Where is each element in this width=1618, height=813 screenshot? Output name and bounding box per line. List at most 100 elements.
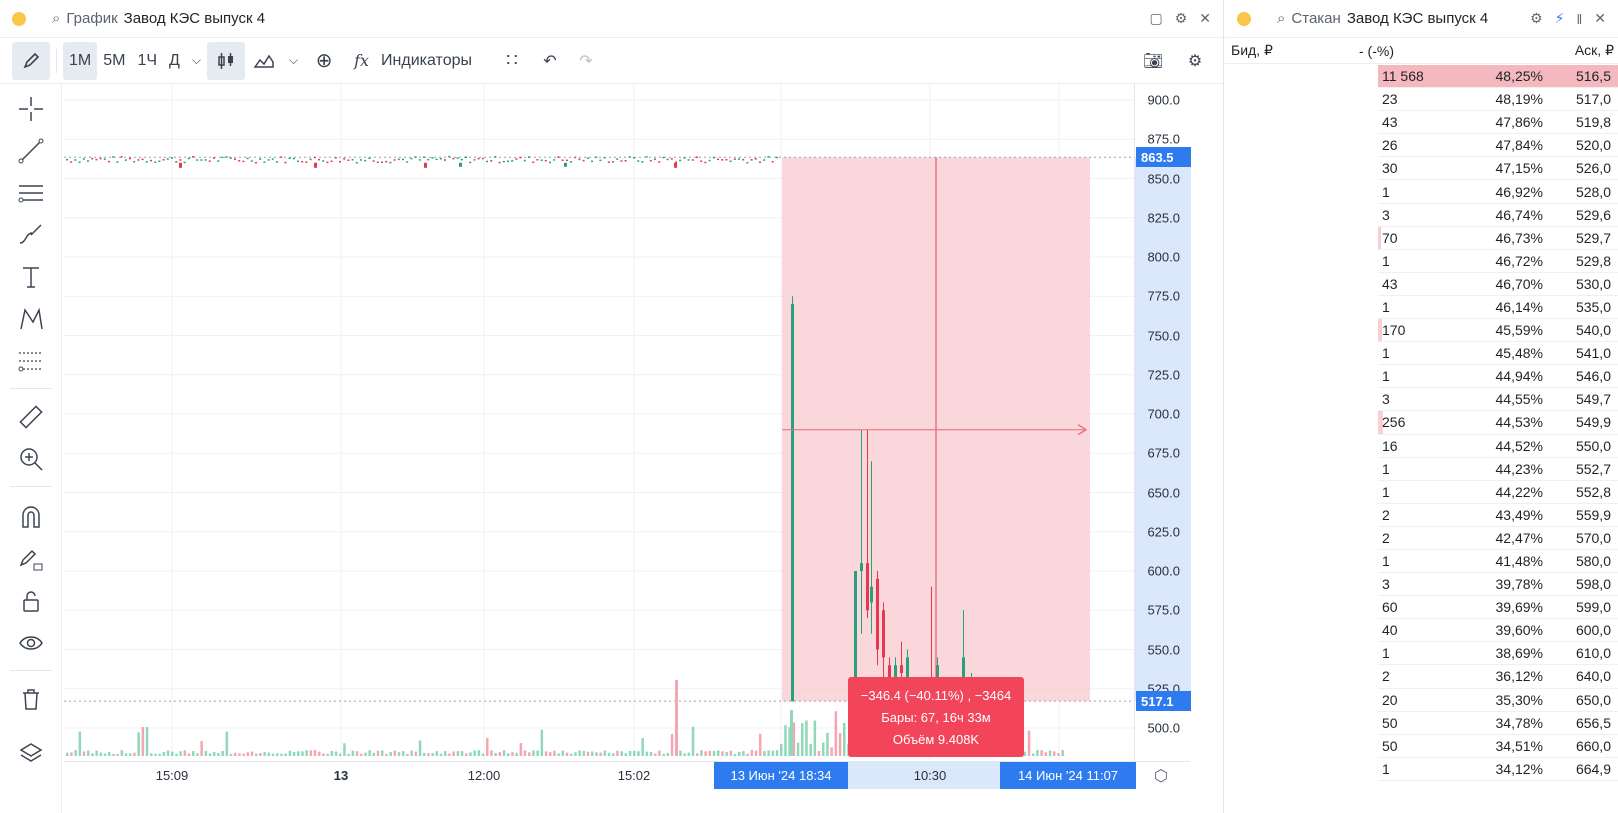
book-row[interactable]: 43 47,86% 519,8 [1378,111,1618,135]
link-color-dot[interactable] [12,11,26,26]
book-row[interactable]: 2 36,12% 640,0 [1378,665,1618,689]
book-row[interactable]: 3 39,78% 598,0 [1378,573,1618,597]
price-axis[interactable]: 900.0 875.0 850.0 825.0 800.0 775.0 750.0 725.0… [1134,84,1191,761]
book-row[interactable]: 43 46,70% 530,0 [1378,273,1618,296]
gear-icon[interactable]: ⚙ [1530,10,1543,27]
book-row[interactable]: 3 44,55% 549,7 [1378,388,1618,412]
price-tick: 575.0 [1147,602,1180,618]
search-icon[interactable]: ⌕ [52,10,60,27]
book-row[interactable]: 1 46,92% 528,0 [1378,180,1618,204]
pattern-tool[interactable] [12,300,50,338]
chart-settings-button[interactable]: ⚙ [1177,42,1213,80]
volume-bar [410,750,413,756]
candle [582,159,585,162]
close-icon[interactable]: ✕ [1594,10,1606,27]
timeframe-d-button[interactable]: Д [163,42,186,80]
link-color-dot[interactable] [1237,11,1251,26]
book-row[interactable]: 170 45,59% 540,0 [1378,319,1618,343]
text-tool[interactable] [12,258,50,296]
fibonacci-tool[interactable] [12,342,50,380]
book-row[interactable]: 30 47,15% 526,0 [1378,157,1618,181]
volume-bar [267,752,271,756]
area-chart-button[interactable] [245,42,283,80]
book-row[interactable]: 70 46,73% 529,7 [1378,226,1618,250]
book-row[interactable]: 256 44,53% 549,9 [1378,411,1618,435]
book-row[interactable]: 1 44,94% 546,0 [1378,365,1618,389]
time-label: 13 [333,768,349,783]
book-row[interactable]: 23 48,19% 517,0 [1378,88,1618,112]
timeframe-5m-button[interactable]: 5М [97,42,131,80]
axis-settings-icon[interactable]: ⬡ [1154,766,1168,786]
row-percent: 39,69% [1495,599,1543,616]
snapshot-button[interactable]: 📷︎ [1135,42,1171,80]
lock-drawing-tool[interactable] [12,540,50,578]
chart-type-dropdown-button[interactable]: ⌵ [283,42,304,80]
object-tree-tool[interactable] [12,734,50,772]
book-row[interactable]: 1 46,14% 535,0 [1378,296,1618,320]
row-price: 526,0 [1575,160,1611,177]
book-row[interactable]: 26 47,84% 520,0 [1378,134,1618,158]
search-icon[interactable]: ⌕ [1277,10,1285,27]
undo-icon: ↶ [543,52,557,70]
close-icon[interactable]: ✕ [1199,10,1211,27]
pencil-icon [23,52,40,68]
book-row[interactable]: 2 42,47% 570,0 [1378,527,1618,550]
book-row[interactable]: 11 568 48,25% 516,5 [1378,65,1618,89]
book-row[interactable]: 2 43,49% 559,9 [1378,504,1618,527]
draw-pencil-button[interactable] [12,41,50,80]
book-row[interactable]: 40 39,60% 600,0 [1378,619,1618,643]
candle [78,161,81,164]
chart-area[interactable] [64,84,1134,761]
book-row[interactable]: 3 46,74% 529,6 [1378,204,1618,227]
book-row[interactable]: 1 44,23% 552,7 [1378,458,1618,481]
book-row[interactable]: 1 38,69% 610,0 [1378,642,1618,666]
indicators-button[interactable]: fx Индикаторы [344,42,478,80]
book-row[interactable]: 1 34,12% 664,9 [1378,758,1618,781]
ruler-tool[interactable] [12,398,50,436]
redo-button[interactable]: ↷ [568,42,604,80]
volume-bar [662,753,665,756]
timeframe-1m-button[interactable]: 1М [63,41,98,80]
crosshair-icon [19,97,43,121]
undo-button[interactable]: ↶ [532,42,568,80]
crosshair-tool[interactable] [12,90,50,128]
trendline-tool[interactable] [12,132,50,170]
maximize-icon[interactable]: ▢ [1149,10,1162,27]
candles-type-button[interactable] [206,41,245,80]
book-row[interactable]: 50 34,51% 660,0 [1378,735,1618,758]
ask-rows[interactable]: 11 568 48,25% 516,5 23 48,19% 517,0 43 47,86% 51… [1378,65,1618,781]
instrument-name[interactable]: Завод КЭС выпуск 4 [124,10,265,27]
pause-icon[interactable]: ‖ [1576,11,1582,27]
book-row[interactable]: 16 44,52% 550,0 [1378,435,1618,458]
lock-all-tool[interactable] [12,582,50,620]
book-row[interactable]: 60 39,69% 599,0 [1378,596,1618,620]
price-tick: 850.0 [1147,171,1180,186]
compare-add-button[interactable]: ⊕ [304,42,344,80]
hide-drawings-tool[interactable] [12,624,50,662]
timeframe-1h-button[interactable]: 1Ч [131,42,163,80]
text-icon [23,267,39,288]
book-row[interactable]: 20 35,30% 650,0 [1378,689,1618,712]
instrument-name[interactable]: Завод КЭС выпуск 4 [1347,10,1488,27]
volume-bar [427,753,430,756]
horizontal-lines-tool[interactable] [12,174,50,212]
book-row[interactable]: 1 41,48% 580,0 [1378,550,1618,574]
delete-drawings-tool[interactable] [12,680,50,718]
zoom-tool[interactable] [12,440,50,478]
time-axis[interactable]: 13 Июн '24 18:34 14 Июн '24 11:07 15:09 … [64,761,1190,789]
book-row[interactable]: 1 44,22% 552,8 [1378,481,1618,504]
row-price: 552,8 [1575,483,1611,500]
templates-button[interactable]: ∷ [492,42,532,80]
magnet-tool[interactable] [12,498,50,536]
timeframe-dropdown-button[interactable]: ⌵ [186,42,207,80]
brush-tool[interactable] [12,216,50,254]
candle [494,155,497,158]
row-price: 517,0 [1575,91,1611,108]
lightning-icon[interactable]: ⚡︎ [1555,10,1565,27]
price-chart[interactable] [64,84,1134,761]
book-row[interactable]: 1 45,48% 541,0 [1378,342,1618,366]
gear-icon[interactable]: ⚙ [1175,10,1188,27]
book-row[interactable]: 50 34,78% 656,5 [1378,712,1618,735]
chart-titlebar: ⌕ График Завод КЭС выпуск 4 ▢ ⚙ ✕ [0,0,1223,38]
book-row[interactable]: 1 46,72% 529,8 [1378,250,1618,273]
